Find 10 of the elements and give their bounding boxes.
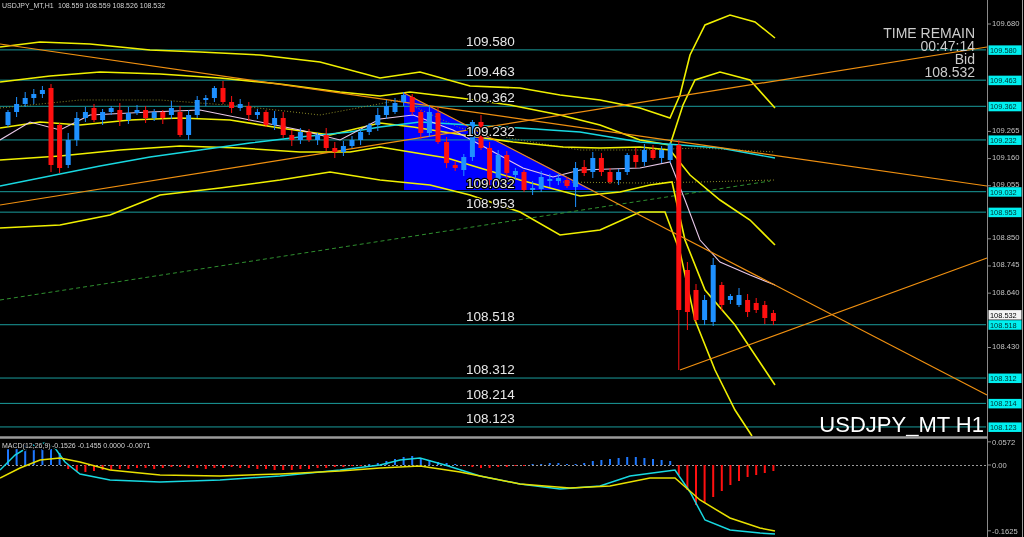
level-label: 109.032 xyxy=(466,175,515,191)
level-label: 108.518 xyxy=(466,308,515,324)
level-label: 108.214 xyxy=(466,387,515,403)
symbol-timeframe-label: USDJPY_MT H1 xyxy=(819,412,984,437)
level-label: 109.362 xyxy=(466,90,515,106)
level-label: 109.580 xyxy=(466,33,515,49)
level-label: 109.463 xyxy=(466,64,515,80)
level-label: 108.312 xyxy=(466,362,515,378)
bid-price: 108.532 xyxy=(924,64,975,80)
level-label: 108.123 xyxy=(466,410,515,426)
